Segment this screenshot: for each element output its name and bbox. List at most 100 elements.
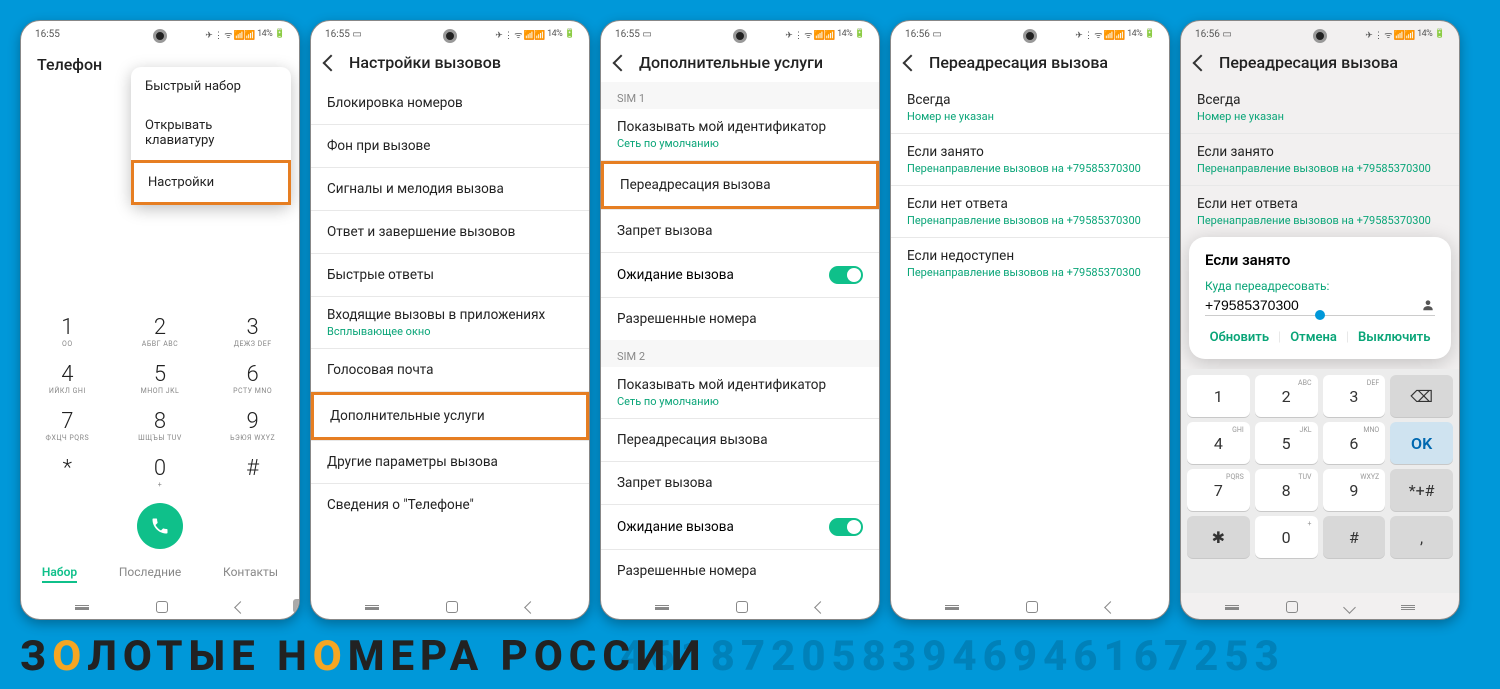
dialpad-key-3[interactable]: 3ДЕЖЗ DEF xyxy=(206,315,299,348)
phone-5-forwarding-edit: 16:56 ▭ ✈ ⋮ ᯤ 📶📶 14%🔋 Переадресация вызо… xyxy=(1180,20,1460,620)
nav-back-icon[interactable] xyxy=(1104,601,1117,614)
kb-key-OK[interactable]: OK xyxy=(1390,422,1453,464)
kb-key-#[interactable]: # xyxy=(1323,516,1386,558)
text-cursor-handle[interactable] xyxy=(1315,310,1325,320)
setting-item[interactable]: Голосовая почта xyxy=(311,349,589,391)
setting-item[interactable]: Показывать мой идентификаторСеть по умол… xyxy=(601,109,879,160)
menu-open-keyboard[interactable]: Открывать клавиатуру xyxy=(131,106,291,160)
toggle-switch[interactable] xyxy=(829,266,863,284)
nav-home-icon[interactable] xyxy=(736,601,748,613)
nav-recents-icon[interactable] xyxy=(75,605,89,610)
tab-dial[interactable]: Набор xyxy=(42,565,77,583)
toggle-switch[interactable] xyxy=(829,518,863,536)
setting-item[interactable]: Дополнительные услуги xyxy=(311,392,589,440)
nav-bar xyxy=(601,593,879,619)
menu-settings[interactable]: Настройки xyxy=(131,160,291,205)
nav-back-icon[interactable] xyxy=(234,601,247,614)
kb-key-1[interactable]: 1 xyxy=(1187,375,1250,417)
bottom-tabs: Набор Последние Контакты xyxy=(21,555,299,593)
kb-key-*+#[interactable]: *+# xyxy=(1390,469,1453,511)
dialpad-key-7[interactable]: 7ФХЦЧ PQRS xyxy=(21,409,114,442)
update-button[interactable]: Обновить xyxy=(1206,330,1273,345)
nav-recents-icon[interactable] xyxy=(945,605,959,610)
nav-home-icon[interactable] xyxy=(156,601,168,613)
status-icons: ✈ ⋮ ᯤ 📶📶 14%🔋 xyxy=(1365,28,1445,41)
nav-recents-icon[interactable] xyxy=(365,605,379,610)
tab-recent[interactable]: Последние xyxy=(119,565,181,583)
kb-key-⌫[interactable]: ⌫ xyxy=(1390,375,1453,417)
dialpad-key-*[interactable]: * xyxy=(21,456,114,489)
forward-option[interactable]: Если недоступенПеренаправление вызовов н… xyxy=(891,238,1169,289)
kb-key-8[interactable]: 8TUV xyxy=(1255,469,1318,511)
kb-key-3[interactable]: 3DEF xyxy=(1323,375,1386,417)
forward-option[interactable]: ВсегдаНомер не указан xyxy=(891,82,1169,133)
dialpad-key-1[interactable]: 1ОО xyxy=(21,315,114,348)
setting-item[interactable]: Быстрые ответы xyxy=(311,254,589,296)
dialpad-key-4[interactable]: 4ИЙКЛ GHI xyxy=(21,362,114,395)
nav-hide-keyboard-icon[interactable] xyxy=(1343,601,1356,614)
kb-key-7[interactable]: 7PQRS xyxy=(1187,469,1250,511)
nav-home-icon[interactable] xyxy=(1286,601,1298,613)
setting-item[interactable]: Ответ и завершение вызовов xyxy=(311,211,589,253)
dialpad: 1ОО2АБВГ ABC3ДЕЖЗ DEF 4ИЙКЛ GHI5МНОП JKL6… xyxy=(21,307,299,497)
back-icon[interactable] xyxy=(903,54,920,71)
dialpad-key-8[interactable]: 8ШЩЪЫ TUV xyxy=(114,409,207,442)
kb-key-5[interactable]: 5JKL xyxy=(1255,422,1318,464)
kb-key-0[interactable]: 0+ xyxy=(1255,516,1318,558)
kb-key-,[interactable]: , xyxy=(1390,516,1453,558)
nav-bar xyxy=(21,593,299,619)
setting-item[interactable]: Запрет вызова xyxy=(601,210,879,252)
dialpad-key-2[interactable]: 2АБВГ ABC xyxy=(114,315,207,348)
dialog-title: Если занято xyxy=(1205,251,1435,269)
setting-item[interactable]: Фон при вызове xyxy=(311,125,589,167)
setting-item[interactable]: Сведения о "Телефоне" xyxy=(311,484,589,526)
phone-4-forwarding: 16:56 ▭ ✈ ⋮ ᯤ 📶📶 14%🔋 Переадресация вызо… xyxy=(890,20,1170,620)
kb-key-9[interactable]: 9WXYZ xyxy=(1323,469,1386,511)
dialpad-key-9[interactable]: 9ЬЭЮЯ WXYZ xyxy=(206,409,299,442)
nav-recents-icon[interactable] xyxy=(655,605,669,610)
setting-item[interactable]: Запрет вызова xyxy=(601,462,879,504)
kb-key-4[interactable]: 4GHI xyxy=(1187,422,1250,464)
phone-2-call-settings: 16:55 ▭ ✈ ⋮ ᯤ 📶📶 14%🔋 Настройки вызовов … xyxy=(310,20,590,620)
edge-panel-handle[interactable] xyxy=(293,599,299,613)
nav-back-icon[interactable] xyxy=(814,601,827,614)
supplementary-list: SIM 1Показывать мой идентификаторСеть по… xyxy=(601,82,879,593)
nav-home-icon[interactable] xyxy=(1026,601,1038,613)
forward-option[interactable]: Если занятоПеренаправление вызовов на +7… xyxy=(891,134,1169,185)
forward-number-input[interactable] xyxy=(1205,297,1413,313)
setting-item[interactable]: Блокировка номеров xyxy=(311,82,589,124)
contact-picker-icon[interactable] xyxy=(1421,298,1435,312)
cancel-button[interactable]: Отмена xyxy=(1286,330,1341,345)
kb-key-6[interactable]: 6MNO xyxy=(1323,422,1386,464)
forward-option[interactable]: Если нет ответаПеренаправление вызовов н… xyxy=(891,186,1169,237)
forward-dialog: Если занято Куда переадресовать: Обновит… xyxy=(1189,237,1451,359)
back-icon[interactable] xyxy=(613,54,630,71)
disable-button[interactable]: Выключить xyxy=(1354,330,1434,345)
setting-toggle-row[interactable]: Ожидание вызова xyxy=(601,253,879,297)
setting-item[interactable]: Входящие вызовы в приложенияхВсплывающее… xyxy=(311,297,589,348)
setting-item[interactable]: Переадресация вызова xyxy=(601,419,879,461)
setting-item[interactable]: Переадресация вызова xyxy=(601,161,879,209)
setting-item[interactable]: Разрешенные номера xyxy=(601,298,879,340)
dialpad-key-#[interactable]: # xyxy=(206,456,299,489)
kb-key-2[interactable]: 2ABC xyxy=(1255,375,1318,417)
dialpad-key-0[interactable]: 0+ xyxy=(114,456,207,489)
back-icon[interactable] xyxy=(1193,54,1210,71)
nav-back-icon[interactable] xyxy=(524,601,537,614)
nav-home-icon[interactable] xyxy=(446,601,458,613)
menu-speed-dial[interactable]: Быстрый набор xyxy=(131,67,291,106)
setting-item[interactable]: Показывать мой идентификаторСеть по умол… xyxy=(601,367,879,418)
dialpad-key-6[interactable]: 6РСТУ MNO xyxy=(206,362,299,395)
nav-recents-icon[interactable] xyxy=(1225,605,1239,610)
back-icon[interactable] xyxy=(323,54,340,71)
kb-key-✱[interactable]: ✱ xyxy=(1187,516,1250,558)
setting-item[interactable]: Разрешенные номера xyxy=(601,550,879,592)
dialpad-key-5[interactable]: 5МНОП JKL xyxy=(114,362,207,395)
header: Дополнительные услуги xyxy=(601,43,879,82)
setting-item[interactable]: Сигналы и мелодия вызова xyxy=(311,168,589,210)
tab-contacts[interactable]: Контакты xyxy=(223,565,278,583)
nav-keyboard-switch-icon[interactable] xyxy=(1401,605,1415,610)
setting-toggle-row[interactable]: Ожидание вызова xyxy=(601,505,879,549)
setting-item[interactable]: Другие параметры вызова xyxy=(311,441,589,483)
call-button[interactable] xyxy=(137,503,183,549)
